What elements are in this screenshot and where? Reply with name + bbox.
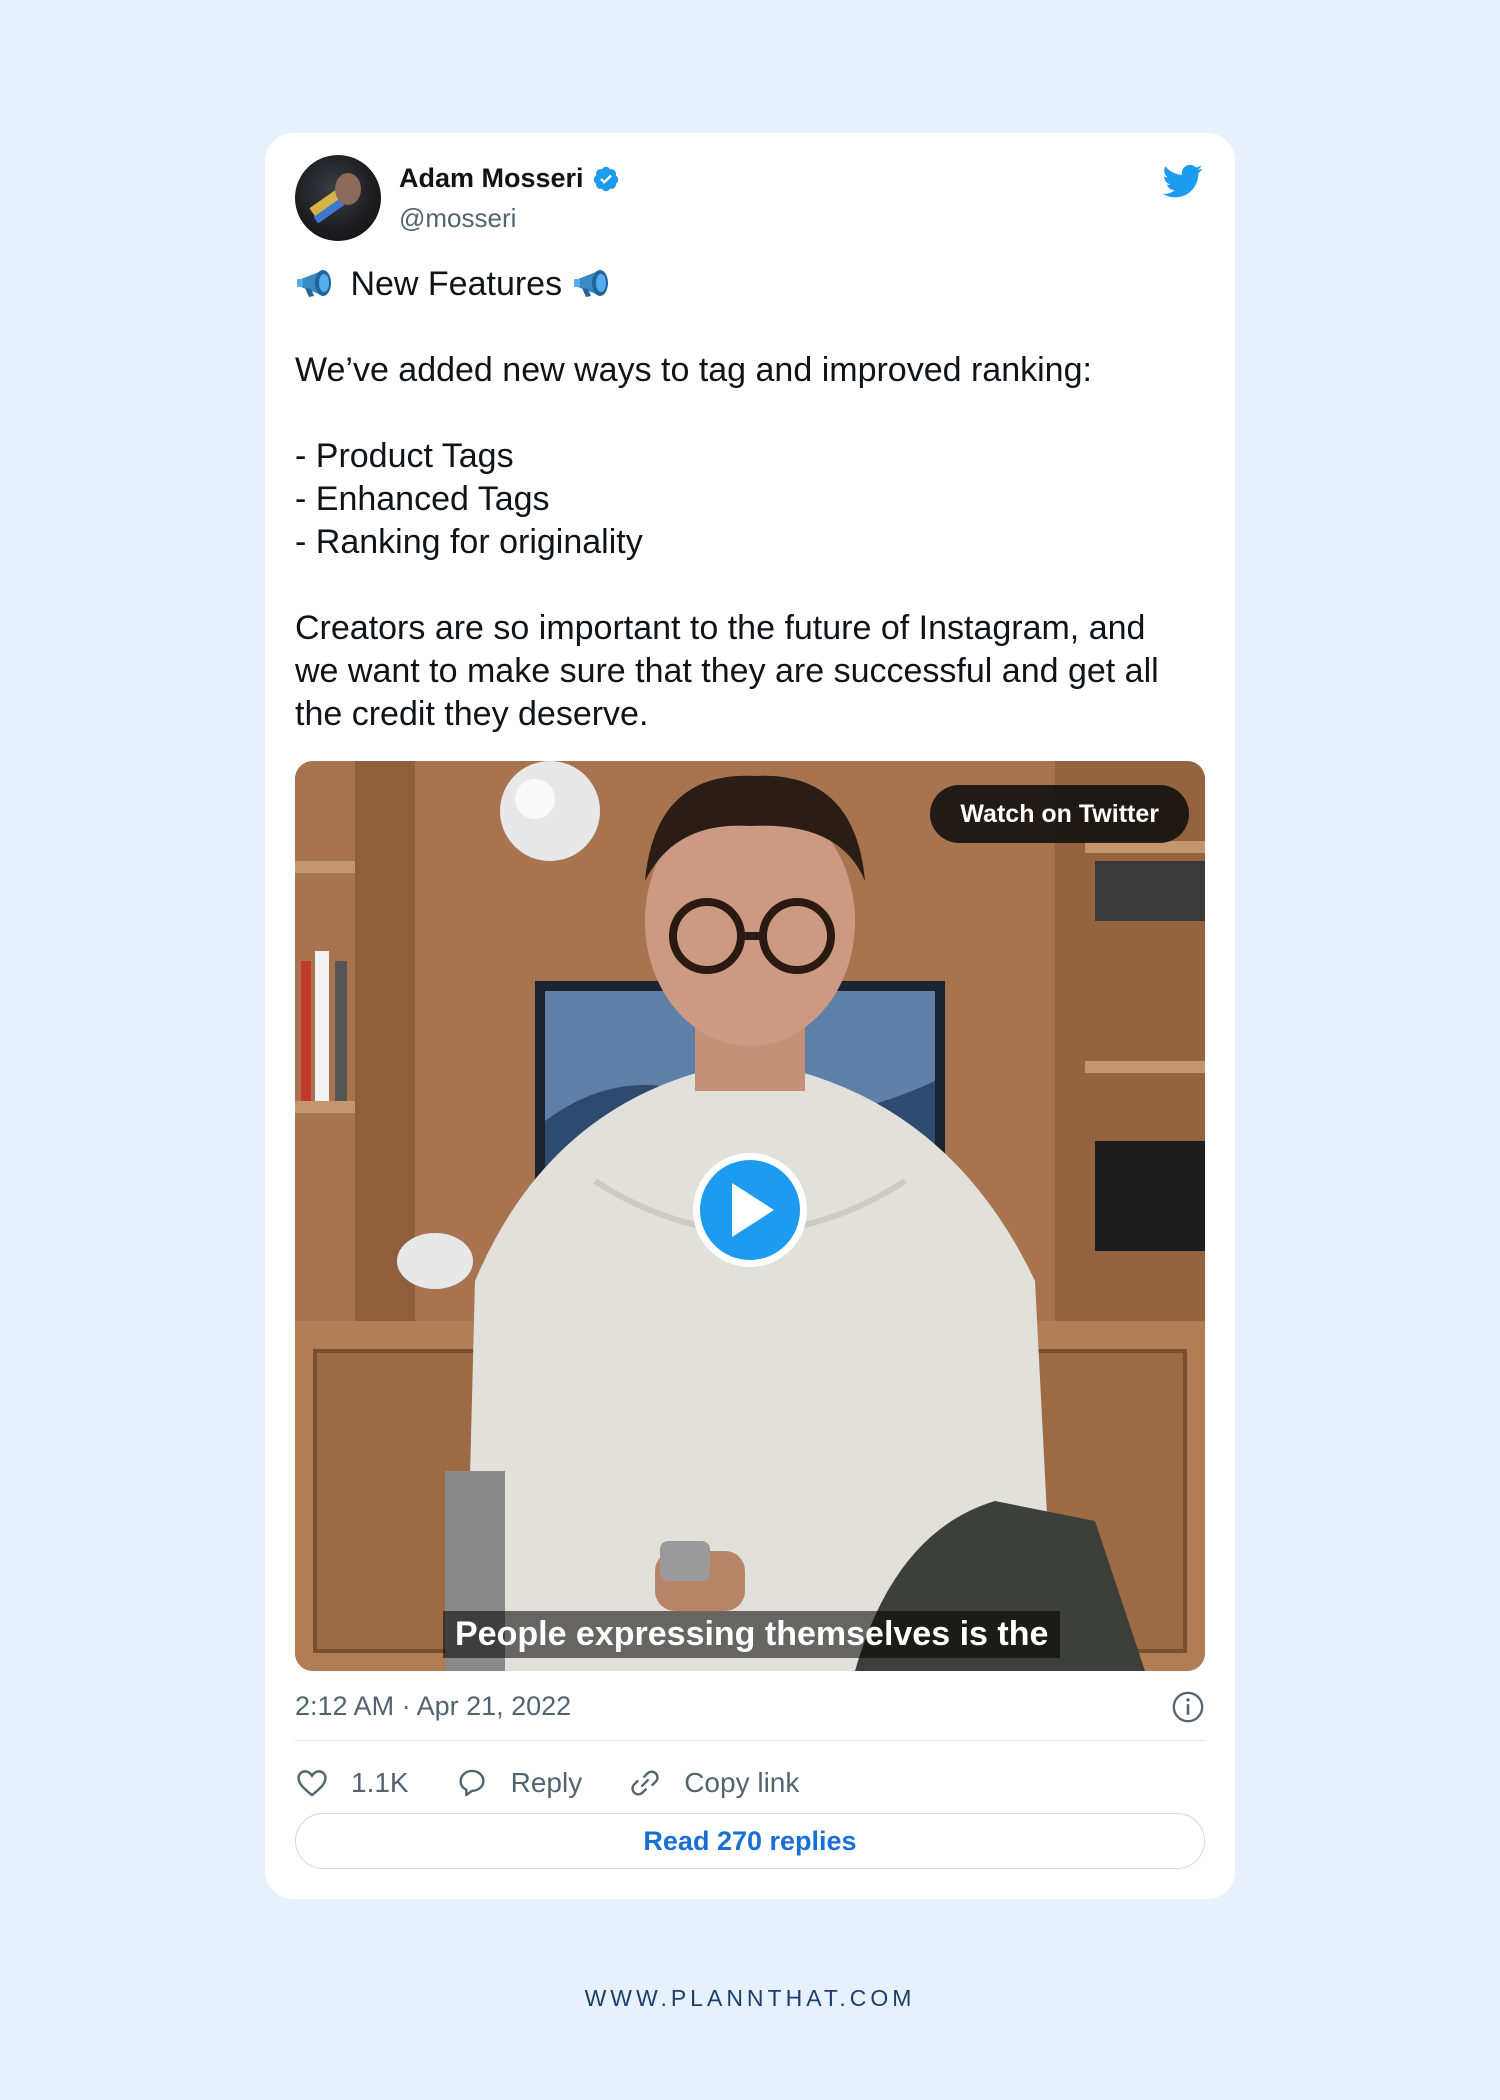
verified-badge-icon bbox=[593, 166, 618, 191]
tweet-bullet: - Ranking for originality bbox=[295, 523, 643, 561]
heart-icon bbox=[297, 1770, 327, 1797]
reply-bubble-icon bbox=[459, 1769, 485, 1797]
info-icon[interactable] bbox=[1171, 1690, 1205, 1724]
play-button[interactable] bbox=[693, 1153, 807, 1267]
megaphone-icon bbox=[573, 270, 608, 297]
tweet-bullet: - Product Tags bbox=[295, 437, 514, 475]
copy-link-button[interactable]: Copy link bbox=[628, 1766, 799, 1800]
timestamp[interactable]: 2:12 AM · Apr 21, 2022 bbox=[295, 1691, 571, 1721]
author-name-row: Adam Mosseri bbox=[399, 163, 620, 194]
reply-button[interactable]: Reply bbox=[455, 1766, 583, 1800]
tweet-bullet: - Enhanced Tags bbox=[295, 480, 550, 518]
video-caption: People expressing themselves is the bbox=[443, 1611, 1061, 1658]
megaphone-icon bbox=[297, 270, 331, 297]
read-replies-button[interactable]: Read 270 replies bbox=[295, 1813, 1205, 1869]
tweet-header: Adam Mosseri @mosseri bbox=[295, 155, 1205, 245]
reply-label: Reply bbox=[510, 1767, 583, 1798]
tweet-meta: 2:12 AM · Apr 21, 2022 bbox=[295, 1686, 1205, 1726]
footer-url[interactable]: WWW.PLANNTHAT.COM bbox=[0, 1985, 1500, 2012]
author-handle[interactable]: @mosseri bbox=[399, 203, 516, 234]
action-bar: 1.1K Reply Copy link bbox=[295, 1753, 1205, 1813]
tweet-title-text: New Features bbox=[350, 265, 563, 303]
tweet-body: New Features We’ve added new ways to tag… bbox=[295, 263, 1195, 736]
avatar[interactable] bbox=[295, 155, 381, 241]
tweet-paragraph: Creators are so important to the future … bbox=[295, 609, 1159, 733]
link-icon bbox=[631, 1770, 659, 1796]
like-count: 1.1K bbox=[351, 1767, 409, 1798]
tweet-line: We’ve added new ways to tag and improved… bbox=[295, 351, 1092, 389]
copy-link-label: Copy link bbox=[684, 1767, 800, 1798]
divider bbox=[295, 1740, 1205, 1741]
author-name[interactable]: Adam Mosseri bbox=[399, 163, 584, 194]
video-player[interactable]: Watch on Twitter People expressing thems… bbox=[295, 761, 1205, 1671]
play-icon bbox=[732, 1183, 774, 1237]
like-button[interactable]: 1.1K bbox=[295, 1766, 409, 1800]
tweet-card: Adam Mosseri @mosseri New Features We’ve… bbox=[265, 133, 1235, 1899]
twitter-bird-icon[interactable] bbox=[1161, 161, 1205, 201]
tweet-title-line: New Features bbox=[295, 263, 1195, 306]
watch-on-twitter-button[interactable]: Watch on Twitter bbox=[930, 785, 1189, 843]
